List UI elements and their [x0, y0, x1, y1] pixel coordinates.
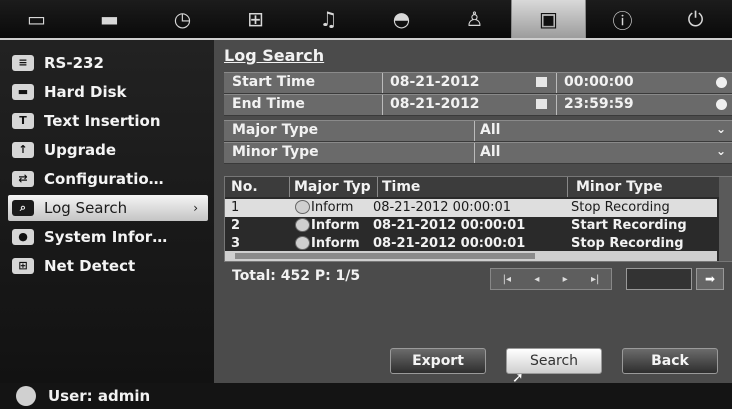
sidebar-item-log-search[interactable]: ⌕ Log Search › — [8, 195, 208, 221]
major-type-label: Major Type — [232, 122, 319, 138]
info-icon — [295, 218, 310, 232]
cell-time: 08-21-2012 00:00:01 — [373, 218, 526, 233]
column-header-no[interactable]: No. — [225, 177, 289, 197]
log-search-panel: Log Search Start Time 08-21-2012 00:00:0… — [214, 40, 732, 383]
column-header-time[interactable]: Time — [377, 177, 568, 197]
prev-page-icon[interactable]: ◂ — [534, 274, 539, 285]
sidebar-item-label: System Infor… — [44, 228, 168, 246]
cell-no: 1 — [231, 200, 240, 215]
configuration-icon: ⇄ — [12, 171, 34, 187]
upgrade-icon: ↑ — [12, 142, 34, 158]
minor-type-row: Minor Type All ⌄ — [224, 142, 732, 164]
major-type-row: Major Type All ⌄ — [224, 120, 732, 142]
user-icon — [16, 386, 36, 406]
table-row[interactable]: 1 Inform 08-21-2012 00:00:01 Stop Record… — [225, 199, 717, 217]
rs232-icon: ≡ — [12, 55, 34, 71]
chevron-down-icon[interactable]: ⌄ — [716, 122, 726, 136]
network-icon[interactable]: ⊞ — [219, 0, 292, 38]
top-toolbar: ▭ ▬ ◷ ⊞ ♫ ◓ ♙ ▣ ⓘ ⏻ — [0, 0, 732, 40]
start-date-field[interactable]: 08-21-2012 — [390, 74, 480, 90]
sidebar-item-label: Hard Disk — [44, 83, 127, 101]
network-icon: ⊞ — [12, 258, 34, 274]
chevron-right-icon: › — [193, 201, 198, 215]
device-icon[interactable]: ▣ — [511, 0, 586, 38]
total-count: Total: 452 P: 1/5 — [232, 268, 361, 284]
first-page-icon[interactable]: |◂ — [503, 274, 511, 285]
cell-minor-type: Stop Recording — [571, 236, 684, 251]
sidebar-item-label: Text Insertion — [44, 112, 161, 130]
sidebar-item-configuration[interactable]: ⇄ Configuratio… — [8, 166, 208, 192]
sidebar-item-rs232[interactable]: ≡ RS-232 — [8, 50, 208, 76]
sidebar-item-label: Log Search — [44, 199, 128, 217]
sidebar-item-label: Configuratio… — [44, 170, 164, 188]
clock-icon[interactable] — [716, 77, 727, 88]
cell-major-type: Inform — [311, 236, 360, 251]
last-page-icon[interactable]: ▸| — [591, 274, 599, 285]
log-table: No. Major Typ Time Minor Type 1 Inform 0… — [224, 176, 732, 262]
end-date-field[interactable]: 08-21-2012 — [390, 96, 480, 112]
ptz-dome-icon[interactable]: ◓ — [365, 0, 438, 38]
sidebar-item-label: RS-232 — [44, 54, 104, 72]
start-time-label: Start Time — [232, 74, 316, 90]
info-icon: ● — [12, 229, 34, 245]
column-header-major-type[interactable]: Major Typ — [289, 177, 378, 197]
cell-no: 2 — [231, 218, 241, 233]
scrollbar-thumb[interactable] — [235, 253, 535, 259]
end-time-field[interactable]: 23:59:59 — [564, 96, 634, 112]
calendar-icon[interactable] — [536, 77, 547, 87]
major-type-select[interactable]: All — [480, 122, 500, 138]
cell-no: 3 — [231, 236, 241, 251]
status-bar: User: admin — [0, 383, 732, 409]
clock-icon[interactable]: ◷ — [146, 0, 219, 38]
camera-icon[interactable]: ▬ — [73, 0, 146, 38]
sidebar-item-hard-disk[interactable]: ▬ Hard Disk — [8, 79, 208, 105]
vertical-scrollbar[interactable] — [719, 177, 732, 261]
pager: |◂ ◂ ▸ ▸| — [490, 268, 612, 290]
cell-minor-type: Stop Recording — [571, 200, 670, 215]
cell-time: 08-21-2012 00:00:01 — [373, 200, 512, 215]
export-button[interactable]: Export — [390, 348, 486, 374]
minor-type-label: Minor Type — [232, 144, 319, 160]
info-icon[interactable]: ⓘ — [586, 0, 659, 38]
sidebar-item-label: Upgrade — [44, 141, 117, 159]
info-icon — [295, 236, 310, 250]
start-time-field[interactable]: 00:00:00 — [564, 74, 634, 90]
table-row[interactable]: 3 Inform 08-21-2012 00:00:01 Stop Record… — [225, 235, 717, 251]
sidebar: ≡ RS-232 ▬ Hard Disk T Text Insertion ↑ … — [0, 40, 214, 383]
user-lock-icon[interactable]: ♙ — [438, 0, 511, 38]
column-header-minor-type[interactable]: Minor Type — [567, 177, 726, 197]
cell-time: 08-21-2012 00:00:01 — [373, 236, 526, 251]
go-page-button[interactable]: ➡ — [696, 268, 724, 290]
next-page-icon[interactable]: ▸ — [563, 274, 568, 285]
cell-major-type: Inform — [311, 200, 354, 215]
end-time-row: End Time 08-21-2012 23:59:59 — [224, 94, 732, 116]
search-icon: ⌕ — [12, 200, 34, 216]
cell-major-type: Inform — [311, 218, 360, 233]
power-icon[interactable]: ⏻ — [659, 0, 732, 38]
table-row[interactable]: 2 Inform 08-21-2012 00:00:01 Start Recor… — [225, 217, 717, 235]
current-user: User: admin — [48, 387, 151, 405]
hard-disk-icon: ▬ — [12, 84, 34, 100]
sidebar-item-net-detect[interactable]: ⊞ Net Detect — [8, 253, 208, 279]
page-number-input[interactable] — [626, 268, 692, 290]
display-icon[interactable]: ▭ — [0, 0, 73, 38]
info-icon — [295, 200, 310, 214]
alarm-bell-icon[interactable]: ♫ — [292, 0, 365, 38]
page-title: Log Search — [224, 46, 325, 65]
sidebar-item-label: Net Detect — [44, 257, 136, 275]
text-insertion-icon: T — [12, 113, 34, 129]
horizontal-scrollbar[interactable] — [225, 251, 717, 261]
minor-type-select[interactable]: All — [480, 144, 500, 160]
sidebar-item-text-insertion[interactable]: T Text Insertion — [8, 108, 208, 134]
cell-minor-type: Start Recording — [571, 218, 687, 233]
end-time-label: End Time — [232, 96, 305, 112]
back-button[interactable]: Back — [622, 348, 718, 374]
sidebar-item-system-info[interactable]: ● System Infor… — [8, 224, 208, 250]
start-time-row: Start Time 08-21-2012 00:00:00 — [224, 72, 732, 94]
chevron-down-icon[interactable]: ⌄ — [716, 144, 726, 158]
calendar-icon[interactable] — [536, 99, 547, 109]
clock-icon[interactable] — [716, 99, 727, 110]
sidebar-item-upgrade[interactable]: ↑ Upgrade — [8, 137, 208, 163]
